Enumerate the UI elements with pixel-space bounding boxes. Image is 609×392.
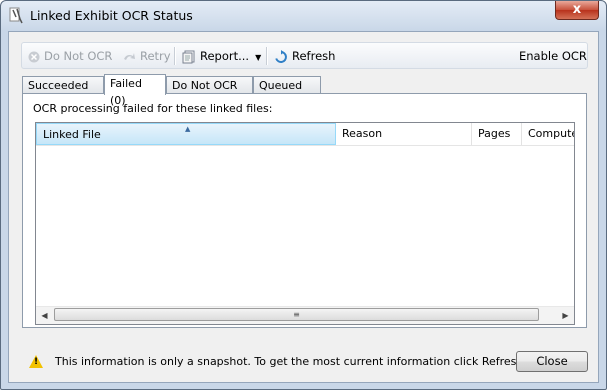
scroll-right-icon[interactable]: ▶: [558, 309, 573, 322]
enable-ocr-button[interactable]: Enable OCR: [519, 47, 587, 65]
failed-tab-panel: OCR processing failed for these linked f…: [22, 93, 587, 328]
column-label: Pages: [478, 127, 511, 140]
do-not-ocr-button[interactable]: Do Not OCR: [28, 47, 112, 65]
report-button[interactable]: Report... ▼: [182, 47, 261, 65]
column-header-pages[interactable]: Pages: [472, 123, 522, 145]
tab-succeeded[interactable]: Succeeded (0): [22, 76, 104, 109]
sort-ascending-icon: ▲: [185, 125, 191, 133]
refresh-button[interactable]: Refresh: [274, 47, 335, 65]
toolbar-separator: [266, 47, 268, 65]
window-close-button[interactable]: x: [555, 1, 599, 20]
block-icon: [28, 51, 40, 62]
status-bar: ! This information is only a snapshot. T…: [29, 354, 527, 370]
status-message: This information is only a snapshot. To …: [55, 355, 527, 368]
refresh-icon: [275, 49, 287, 63]
dialog-window: Linked Exhibit OCR Status x Do Not OCR R…: [0, 0, 607, 390]
close-button[interactable]: Close: [516, 351, 588, 372]
retry-button[interactable]: Retry: [122, 47, 171, 65]
panel-label: OCR processing failed for these linked f…: [33, 102, 273, 115]
close-icon: x: [572, 2, 582, 17]
warning-exclamation: !: [34, 357, 39, 367]
enable-ocr-label: Enable OCR: [519, 49, 587, 63]
column-label: Compute: [528, 127, 575, 140]
column-header-linked-file[interactable]: ▲ Linked File: [36, 123, 336, 145]
report-label: Report...: [200, 49, 250, 63]
title-bar[interactable]: Linked Exhibit OCR Status x: [1, 1, 606, 31]
column-label: Reason: [342, 127, 383, 140]
scroll-left-icon[interactable]: ◀: [37, 309, 52, 322]
tab-failed[interactable]: Failed (0): [104, 74, 166, 107]
linked-files-list[interactable]: ▲ Linked File Reason Pages Compute ◀ ≡ ▶: [35, 122, 575, 325]
refresh-label: Refresh: [292, 49, 336, 63]
report-icon: [182, 50, 195, 63]
tab-do-not-ocr[interactable]: Do Not OCR (0): [166, 76, 253, 109]
scroll-thumb[interactable]: ≡: [54, 308, 539, 321]
chevron-down-icon: ▼: [255, 53, 262, 62]
retry-label: Retry: [140, 49, 171, 63]
retry-icon: [124, 52, 135, 60]
window-title: Linked Exhibit OCR Status: [30, 8, 193, 23]
list-header: ▲ Linked File Reason Pages Compute: [36, 123, 574, 146]
toolbar: Do Not OCR Retry Report... ▼ Refresh Enab…: [21, 42, 588, 69]
column-header-computer[interactable]: Compute: [522, 123, 575, 145]
tab-queued[interactable]: Queued (0): [253, 76, 321, 109]
horizontal-scrollbar[interactable]: ◀ ≡ ▶: [36, 306, 574, 324]
app-icon: [9, 7, 23, 24]
dialog-client: Do Not OCR Retry Report... ▼ Refresh Enab…: [8, 31, 599, 383]
column-label: Linked File: [43, 128, 101, 141]
toolbar-separator: [174, 47, 176, 65]
column-header-reason[interactable]: Reason: [336, 123, 472, 145]
do-not-ocr-label: Do Not OCR: [44, 49, 113, 63]
